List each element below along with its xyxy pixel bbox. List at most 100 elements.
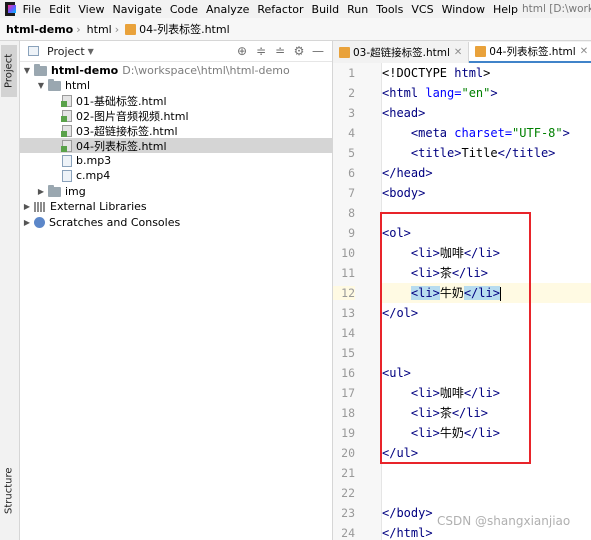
code-line-3: <head> bbox=[382, 103, 591, 123]
chevron-down-icon[interactable]: ▼ bbox=[88, 47, 94, 56]
chevron-down-icon[interactable]: ▼ bbox=[36, 81, 46, 90]
menu-vcs[interactable]: VCS bbox=[407, 3, 437, 16]
menu-edit[interactable]: Edit bbox=[45, 3, 74, 16]
tool-window-stripe: Project Structure bbox=[0, 41, 20, 540]
line-number: 15 bbox=[341, 346, 355, 360]
project-tool-tab-label: Project bbox=[3, 53, 15, 89]
attribute-name: lang= bbox=[425, 86, 462, 100]
tag-open: <meta bbox=[382, 126, 455, 140]
html-file-icon bbox=[61, 139, 72, 152]
chevron-right-icon[interactable]: ▶ bbox=[36, 187, 46, 196]
html-file-icon bbox=[61, 94, 72, 107]
video-file-icon bbox=[62, 169, 72, 182]
gear-icon[interactable]: ⚙ bbox=[293, 44, 305, 58]
close-icon[interactable]: ✕ bbox=[580, 46, 588, 57]
tree-item-file-04[interactable]: 04-列表标签.html bbox=[20, 138, 372, 153]
tree-item-mp4[interactable]: c.mp4 bbox=[20, 168, 372, 183]
scratches-icon bbox=[34, 217, 45, 228]
expand-all-icon[interactable]: ≑ bbox=[255, 44, 267, 58]
tree-item-root[interactable]: ▼ html-demo D:\workspace\html\html-demo bbox=[20, 63, 334, 78]
menu-window[interactable]: Window bbox=[438, 3, 489, 16]
menu-analyze[interactable]: Analyze bbox=[202, 3, 253, 16]
code-line-4: <meta charset="UTF-8"> bbox=[382, 123, 591, 143]
line-number: 3 bbox=[348, 106, 355, 120]
menu-build[interactable]: Build bbox=[308, 3, 344, 16]
line-number: 19 bbox=[341, 426, 355, 440]
tab-04-list[interactable]: 04-列表标签.html ✕ bbox=[469, 42, 591, 63]
line-number: 7 bbox=[348, 186, 355, 200]
tag-close: </title> bbox=[497, 146, 556, 160]
html-file-icon bbox=[61, 109, 72, 122]
project-panel-header: Project ▼ ⊕ ≑ ≐ ⚙ — bbox=[20, 41, 332, 62]
menu-navigate[interactable]: Navigate bbox=[109, 3, 166, 16]
project-view-icon bbox=[28, 46, 39, 56]
line-number: 13 bbox=[341, 306, 355, 320]
html-file-icon bbox=[125, 23, 137, 35]
tag-open: <title> bbox=[382, 146, 462, 160]
breadcrumb-folder[interactable]: html bbox=[81, 23, 115, 36]
attribute-name: charset= bbox=[454, 126, 513, 140]
code-line-1: <!DOCTYPE html> bbox=[382, 63, 591, 83]
attribute-value: "en" bbox=[461, 86, 491, 100]
code-line-5: <title>Title</title> bbox=[382, 143, 591, 163]
tag-open: <html bbox=[382, 86, 426, 100]
menu-code[interactable]: Code bbox=[166, 3, 202, 16]
tree-item-label: html-demo bbox=[51, 64, 119, 77]
line-number: 8 bbox=[348, 206, 355, 220]
tree-item-html[interactable]: ▼ html bbox=[20, 78, 348, 93]
tree-item-label: 02-图片音频视频.html bbox=[76, 109, 189, 123]
locate-file-icon[interactable]: ⊕ bbox=[236, 44, 248, 58]
menu-file[interactable]: File bbox=[19, 3, 45, 16]
menu-view[interactable]: View bbox=[74, 3, 108, 16]
breadcrumb-project[interactable]: html-demo bbox=[0, 23, 76, 36]
menu-help[interactable]: Help bbox=[489, 3, 522, 16]
line-number: 2 bbox=[348, 86, 355, 100]
structure-tool-tab[interactable]: Structure bbox=[1, 461, 17, 521]
collapse-all-icon[interactable]: ≐ bbox=[274, 44, 286, 58]
tag: </body> bbox=[382, 506, 433, 520]
tree-item-label: img bbox=[65, 185, 86, 198]
folder-icon bbox=[48, 78, 61, 91]
tag: </html> bbox=[382, 526, 433, 540]
code-line-7: <body> bbox=[382, 183, 591, 203]
watermark: CSDN @shangxianjiao bbox=[437, 514, 571, 528]
line-number: 6 bbox=[348, 166, 355, 180]
tree-item-file-01[interactable]: 01-基础标签.html bbox=[20, 93, 372, 108]
tree-item-file-03[interactable]: 03-超链接标签.html bbox=[20, 123, 372, 138]
tab-03-link[interactable]: 03-超链接标签.html ✕ bbox=[333, 42, 470, 63]
tree-item-scratches[interactable]: ▶ Scratches and Consoles bbox=[20, 215, 334, 230]
folder-icon bbox=[48, 184, 61, 197]
doctype-value: html bbox=[454, 66, 484, 80]
tree-item-external-libraries[interactable]: ▶ External Libraries bbox=[20, 199, 334, 214]
tree-item-label: Scratches and Consoles bbox=[49, 216, 181, 229]
line-number: 18 bbox=[341, 406, 355, 420]
tag: <body> bbox=[382, 186, 426, 200]
chevron-down-icon[interactable]: ▼ bbox=[22, 66, 32, 75]
tree-item-label: 03-超链接标签.html bbox=[76, 124, 178, 138]
project-view-selector[interactable]: Project bbox=[47, 45, 85, 58]
line-number: 22 bbox=[341, 486, 355, 500]
menu-refactor[interactable]: Refactor bbox=[253, 3, 307, 16]
tag-end: > bbox=[483, 66, 491, 80]
menu-bar: File Edit View Navigate Code Analyze Ref… bbox=[0, 0, 591, 18]
line-number: 4 bbox=[348, 126, 355, 140]
chevron-right-icon[interactable]: ▶ bbox=[22, 202, 32, 211]
breadcrumb-file-label: 04-列表标签.html bbox=[139, 23, 230, 36]
tag: <head> bbox=[382, 106, 426, 120]
tree-item-file-02[interactable]: 02-图片音频视频.html bbox=[20, 108, 372, 123]
tag: </head> bbox=[382, 166, 433, 180]
tree-item-mp3[interactable]: b.mp3 bbox=[20, 153, 372, 168]
menu-tools[interactable]: Tools bbox=[372, 3, 407, 16]
line-number: 17 bbox=[341, 386, 355, 400]
tree-item-label: 04-列表标签.html bbox=[76, 139, 167, 153]
chevron-right-icon[interactable]: ▶ bbox=[22, 218, 32, 227]
breadcrumb-file[interactable]: 04-列表标签.html bbox=[119, 21, 233, 37]
tree-item-label: c.mp4 bbox=[76, 169, 111, 182]
html-file-icon bbox=[339, 47, 350, 58]
window-title: html [D:\workspace\ht bbox=[522, 3, 591, 15]
project-tool-tab[interactable]: Project bbox=[1, 45, 17, 97]
close-icon[interactable]: ✕ bbox=[454, 47, 462, 58]
tree-item-img[interactable]: ▶ img bbox=[20, 184, 348, 199]
menu-run[interactable]: Run bbox=[343, 3, 372, 16]
hide-panel-icon[interactable]: — bbox=[312, 44, 324, 58]
